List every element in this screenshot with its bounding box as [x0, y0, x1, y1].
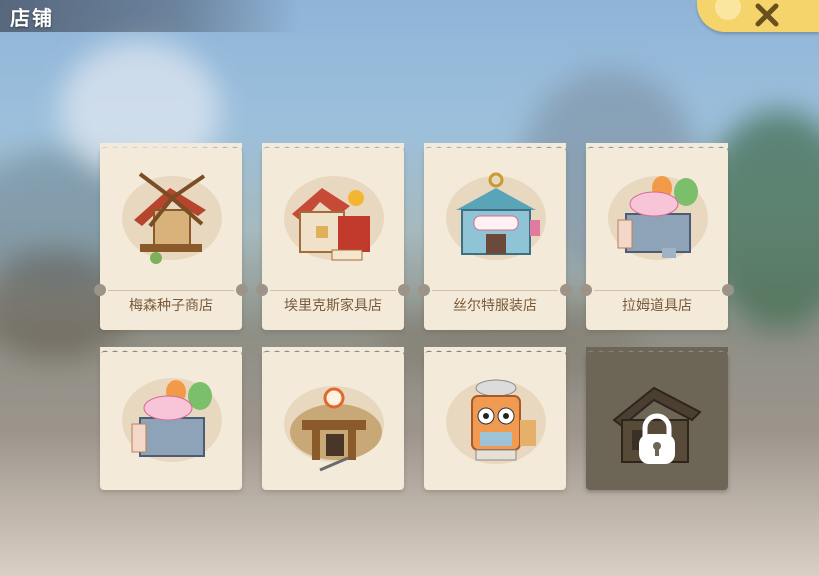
page-title: 店铺	[10, 6, 54, 30]
close-icon	[755, 3, 779, 27]
shop-card-robot-shop[interactable]	[424, 347, 566, 490]
robot-shop-icon	[446, 379, 546, 464]
item-shop-icon	[608, 176, 708, 260]
shop-card-mine-shop[interactable]	[262, 347, 404, 490]
shop-card-mason-seeds[interactable]: 梅森种子商店	[94, 143, 248, 330]
shop-name: 拉姆道具店	[622, 298, 692, 314]
shop-name: 梅森种子商店	[129, 298, 213, 314]
shop-card-ram-items[interactable]: 拉姆道具店	[580, 143, 734, 330]
shop-card-silt-clothing[interactable]: 丝尔特服装店	[418, 143, 572, 330]
shop-name: 埃里克斯家具店	[284, 298, 382, 314]
windmill-seed-shop-icon	[122, 172, 222, 264]
close-button[interactable]	[752, 0, 782, 30]
furniture-shop-icon	[284, 176, 384, 261]
title-bar: 店铺	[0, 0, 300, 32]
item-shop-icon	[122, 378, 222, 462]
shop-name: 丝尔特服装店	[453, 298, 537, 314]
shop-card-eric-furniture[interactable]: 埃里克斯家具店	[256, 143, 410, 330]
shop-card-item-shop-2[interactable]	[100, 347, 242, 490]
shop-card-locked[interactable]	[586, 347, 728, 490]
lock-icon	[639, 413, 675, 464]
mine-shop-icon	[284, 386, 384, 472]
clothing-shop-icon	[446, 172, 546, 260]
